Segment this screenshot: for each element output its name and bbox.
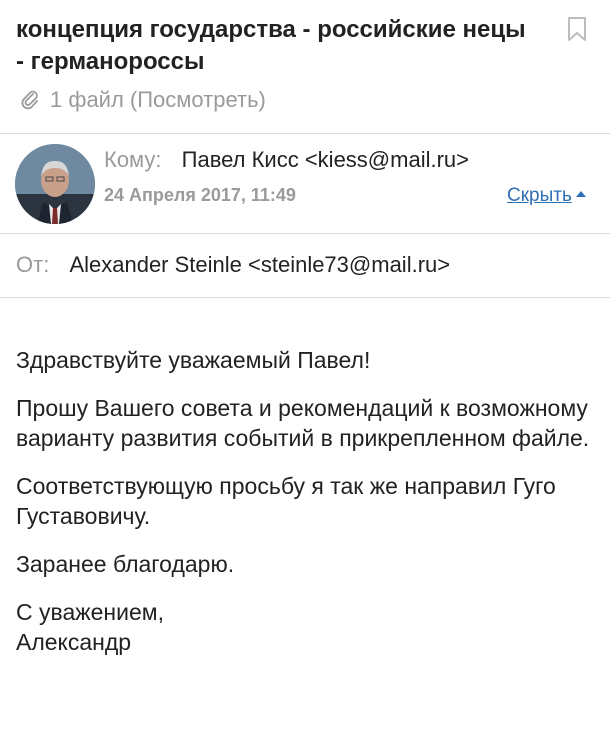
caret-up-icon <box>575 191 586 197</box>
to-recipient[interactable]: Павел Кисс <kiess@mail.ru> <box>182 147 469 172</box>
body-paragraph: Прошу Вашего совета и рекомендаций к воз… <box>16 395 590 451</box>
paperclip-icon <box>21 90 38 110</box>
email-date: 24 Апреля 2017, 11:49 <box>104 185 296 205</box>
hide-details-button[interactable]: Скрыть <box>507 185 586 207</box>
email-subject: концепция государства - российские нецы … <box>16 16 526 75</box>
body-paragraph: Здравствуйте уважаемый Павел! <box>16 347 371 373</box>
divider <box>0 297 610 298</box>
hide-details-label: Скрыть <box>507 185 572 206</box>
avatar <box>15 144 95 224</box>
signature-name: Александр <box>16 629 132 655</box>
body-paragraph: Соответствующую просьбу я так же направи… <box>16 473 556 529</box>
from-label: От: <box>16 252 50 277</box>
from-sender[interactable]: Alexander Steinle <steinle73@mail.ru> <box>69 252 450 277</box>
from-row: От: Alexander Steinle <steinle73@mail.ru… <box>16 250 450 280</box>
signature: С уважением, Александр <box>16 597 596 657</box>
bookmark-icon[interactable] <box>566 16 588 42</box>
email-body: Здравствуйте уважаемый Павел! Прошу Ваше… <box>16 345 596 657</box>
to-label: Кому: <box>104 147 162 172</box>
avatar-photo <box>15 144 95 224</box>
body-paragraph: Заранее благодарю. <box>16 551 235 577</box>
attachment-link[interactable]: 1 файл (Посмотреть) <box>18 87 266 113</box>
divider <box>0 233 610 234</box>
signature-closing: С уважением, <box>16 599 164 625</box>
attachment-text: 1 файл (Посмотреть) <box>50 87 266 112</box>
to-row: Кому: Павел Кисс <kiess@mail.ru> <box>104 145 469 175</box>
divider <box>0 133 610 134</box>
